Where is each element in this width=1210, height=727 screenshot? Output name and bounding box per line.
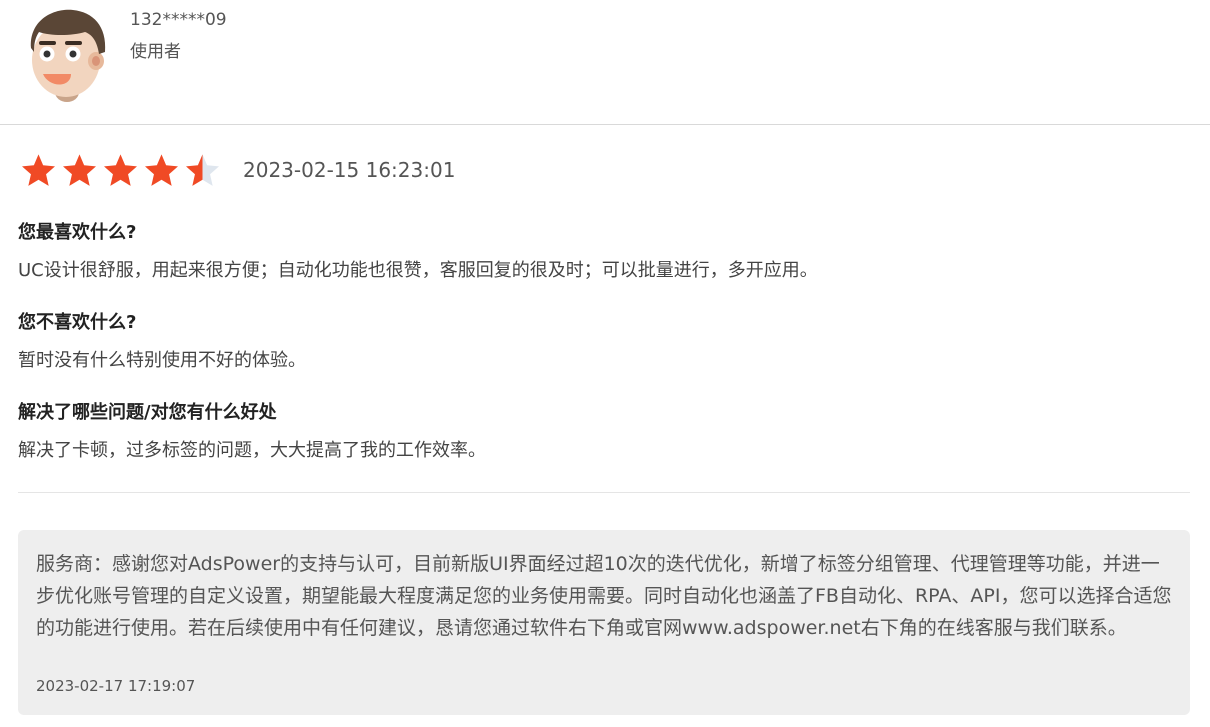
rating-row: 2023-02-15 16:23:01 [20,150,455,190]
reviewer-role: 使用者 [130,42,181,62]
avatar [30,9,106,102]
reviewer-id: 132*****09 [130,10,227,30]
star-icon [104,153,137,186]
question-dislikes: 您不喜欢什么? [18,312,137,333]
star-icon [22,153,55,186]
vendor-reply-text: 服务商：感谢您对AdsPower的支持与认可，目前新版UI界面经过超10次的迭代… [36,553,1172,639]
reviewer-header: 132*****09 使用者 [0,0,1210,125]
question-likes: 您最喜欢什么? [18,222,137,243]
question-benefits: 解决了哪些问题/对您有什么好处 [18,402,277,423]
star-icon [186,153,219,186]
star-icon [145,153,178,186]
star-rating [20,152,221,189]
answer-benefits: 解决了卡顿，过多标签的问题，大大提高了我的工作效率。 [18,440,486,461]
qa-section-benefits: 解决了哪些问题/对您有什么好处 解决了卡顿，过多标签的问题，大大提高了我的工作效… [18,398,1188,462]
qa-section-dislikes: 您不喜欢什么? 暂时没有什么特别使用不好的体验。 [18,308,1188,372]
vendor-reply-date: 2023-02-17 17:19:07 [36,677,196,695]
answer-dislikes: 暂时没有什么特别使用不好的体验。 [18,350,306,371]
review-date: 2023-02-15 16:23:01 [243,158,456,182]
vendor-reply: 服务商：感谢您对AdsPower的支持与认可，目前新版UI界面经过超10次的迭代… [18,530,1190,715]
answer-likes: UC设计很舒服，用起来很方便；自动化功能也很赞，客服回复的很及时；可以批量进行，… [18,260,818,281]
divider [18,492,1190,493]
qa-section-likes: 您最喜欢什么? UC设计很舒服，用起来很方便；自动化功能也很赞，客服回复的很及时… [18,218,1188,282]
star-icon [63,153,96,186]
